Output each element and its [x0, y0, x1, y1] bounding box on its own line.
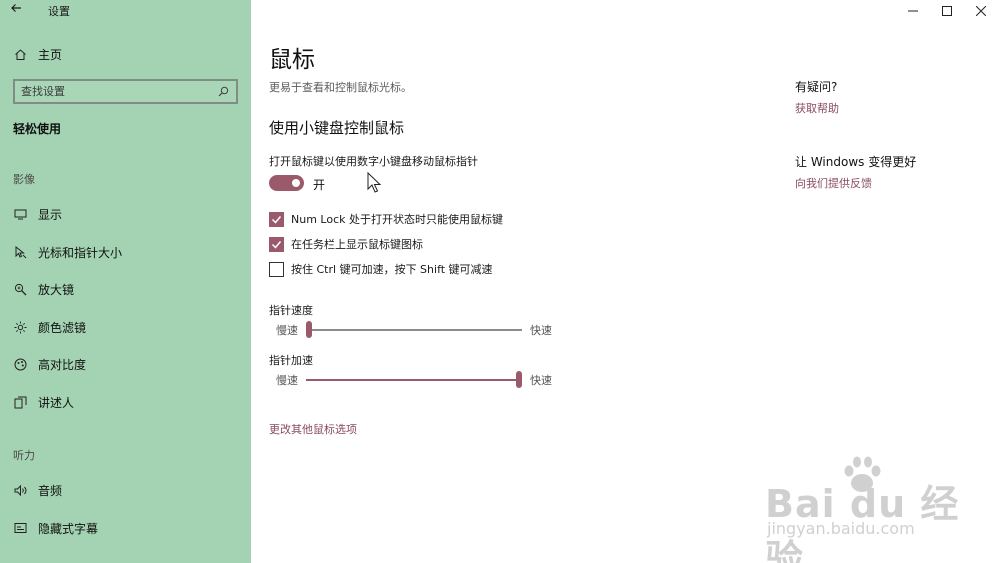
checkbox-label: 按住 Ctrl 键可加速，按下 Shift 键可减速 [291, 263, 493, 276]
display-icon [12, 206, 28, 222]
checkbox-label: Num Lock 处于打开状态时只能使用鼠标键 [291, 213, 503, 226]
sidebar-item-label: 音频 [38, 483, 63, 498]
high-contrast-icon [12, 356, 28, 372]
toggle-knob [292, 179, 300, 187]
sidebar-item-narrator[interactable]: 讲述人 [0, 387, 251, 417]
sidebar-item-label: 主页 [38, 47, 63, 62]
sidebar-item-captions[interactable]: 隐藏式字幕 [0, 513, 251, 543]
maximize-icon [942, 6, 952, 16]
checkbox-row-taskbar-icon[interactable]: 在任务栏上显示鼠标键图标 [269, 236, 423, 252]
pointer-acceleration-slider[interactable] [306, 379, 522, 381]
sidebar-item-magnifier[interactable]: 放大镜 [0, 274, 251, 304]
page-title: 鼠标 [269, 47, 315, 73]
pointer-speed-slider-row: 慢速 快速 [276, 320, 566, 340]
feedback-link[interactable]: 向我们提供反馈 [795, 175, 872, 191]
checkmark-icon [271, 240, 282, 249]
minimize-button[interactable] [896, 0, 930, 22]
sidebar-item-label: 讲述人 [38, 395, 75, 410]
back-arrow-icon [11, 4, 21, 12]
category-title: 轻松使用 [13, 122, 62, 136]
pointer-speed-thumb[interactable] [306, 321, 312, 338]
sidebar-item-home[interactable]: 主页 [0, 39, 251, 69]
watermark-url: jingyan.baidu.com [767, 519, 915, 538]
sidebar-item-color-filter[interactable]: 颜色滤镜 [0, 312, 251, 342]
search-icon[interactable] [218, 86, 230, 98]
close-icon [976, 6, 986, 16]
home-icon [12, 46, 28, 62]
get-help-link[interactable]: 获取帮助 [795, 100, 839, 116]
sidebar-item-label: 高对比度 [38, 357, 87, 372]
pointer-speed-slider[interactable] [306, 329, 522, 331]
maximize-button[interactable] [930, 0, 964, 22]
app-title: 设置 [48, 5, 70, 18]
sidebar-item-high-contrast[interactable]: 高对比度 [0, 349, 251, 379]
sidebar: 设置 主页 轻松使用 影像 显示 光标和指针大小 放大镜 [0, 0, 251, 563]
pointer-acceleration-slider-row: 慢速 快速 [276, 370, 566, 390]
back-button[interactable] [10, 2, 30, 20]
mouse-cursor-icon [367, 172, 382, 193]
sidebar-item-label: 颜色滤镜 [38, 320, 87, 335]
sidebar-item-audio[interactable]: 音频 [0, 475, 251, 505]
audio-icon [12, 482, 28, 498]
checkmark-icon [271, 215, 282, 224]
sidebar-item-display[interactable]: 显示 [0, 199, 251, 229]
slider-max-label: 快速 [530, 374, 552, 387]
baidu-watermark: Bai du 经验 jingyan.baidu.com [765, 455, 990, 563]
sidebar-item-cursor-size[interactable]: 光标和指针大小 [0, 237, 251, 267]
cursor-size-icon [12, 244, 28, 260]
search-input[interactable] [21, 85, 201, 98]
sidebar-item-label: 显示 [38, 207, 63, 222]
search-box[interactable] [13, 79, 238, 104]
minimize-icon [908, 10, 918, 12]
magnifier-icon [12, 281, 28, 297]
mouse-keys-toggle-label: 打开鼠标键以使用数字小键盘移动鼠标指针 [269, 155, 478, 168]
pointer-speed-title: 指针速度 [269, 304, 313, 317]
help-title: 有疑问? [795, 80, 838, 94]
sidebar-item-label: 放大镜 [38, 282, 75, 297]
feedback-title: 让 Windows 变得更好 [795, 155, 917, 169]
group-title-hearing: 听力 [13, 449, 35, 462]
checkbox-row-numlock[interactable]: Num Lock 处于打开状态时只能使用鼠标键 [269, 211, 503, 227]
checkbox-row-ctrl-shift[interactable]: 按住 Ctrl 键可加速，按下 Shift 键可减速 [269, 261, 493, 277]
watermark-logo: Bai du 经验 [765, 482, 960, 563]
sidebar-item-label: 光标和指针大小 [38, 245, 123, 260]
close-button[interactable] [964, 0, 998, 22]
title-bar: 设置 [0, 0, 251, 22]
taskbar-icon-checkbox[interactable] [269, 236, 284, 252]
checkbox-label: 在任务栏上显示鼠标键图标 [291, 238, 423, 251]
numlock-checkbox[interactable] [269, 211, 284, 227]
slider-max-label: 快速 [530, 324, 552, 337]
toggle-state-text: 开 [313, 178, 326, 192]
ctrl-shift-checkbox[interactable] [269, 261, 284, 277]
pointer-acceleration-thumb[interactable] [516, 371, 522, 388]
more-mouse-options-link[interactable]: 更改其他鼠标选项 [269, 421, 357, 437]
section-title: 使用小键盘控制鼠标 [269, 119, 405, 137]
slider-min-label: 慢速 [276, 374, 298, 387]
pointer-acceleration-title: 指针加速 [269, 354, 313, 367]
slider-fill [306, 379, 522, 381]
mouse-keys-toggle[interactable] [269, 175, 304, 191]
narrator-icon [12, 394, 28, 410]
color-filter-icon [12, 319, 28, 335]
sidebar-item-label: 隐藏式字幕 [38, 521, 99, 536]
slider-min-label: 慢速 [276, 324, 298, 337]
group-title-vision: 影像 [13, 173, 35, 186]
page-description: 更易于查看和控制鼠标光标。 [269, 81, 412, 94]
captions-icon [12, 520, 28, 536]
